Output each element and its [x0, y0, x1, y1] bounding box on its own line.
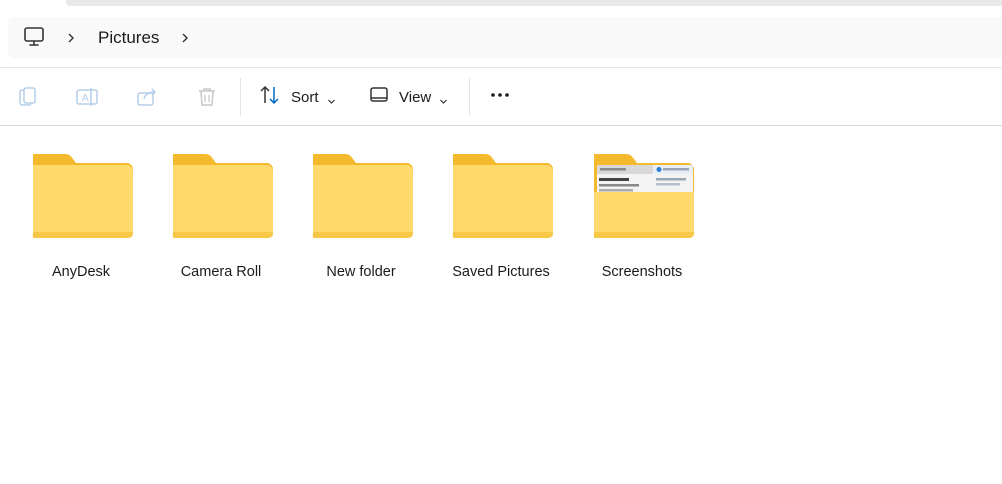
folder-icon	[27, 148, 135, 238]
folder-item[interactable]: Screenshots	[582, 148, 702, 280]
chevron-right-icon[interactable]	[65, 31, 77, 43]
folder-item[interactable]: AnyDesk	[21, 148, 141, 280]
sort-button[interactable]: Sort	[259, 84, 336, 110]
share-icon	[135, 85, 159, 109]
view-label: View	[399, 88, 432, 106]
folder-item[interactable]: Saved Pictures	[441, 148, 561, 280]
folder-name: AnyDesk	[51, 264, 111, 280]
sort-label: Sort	[291, 88, 319, 106]
toolbar-separator	[240, 78, 241, 116]
folder-with-preview-icon	[588, 148, 696, 238]
toolbar-separator	[469, 78, 470, 116]
folder-name: Saved Pictures	[452, 264, 550, 280]
folder-item[interactable]: Camera Roll	[161, 148, 281, 280]
folder-item[interactable]: New folder	[301, 148, 421, 280]
breadcrumb-pictures[interactable]: Pictures	[98, 28, 159, 48]
view-icon	[369, 85, 389, 110]
copy-icon	[16, 85, 40, 109]
sort-icon	[259, 84, 281, 111]
svg-text:A: A	[82, 93, 89, 104]
share-button[interactable]	[135, 84, 159, 110]
view-button[interactable]: View	[369, 84, 448, 110]
address-bar[interactable]: Pictures	[8, 17, 1002, 58]
title-strip	[0, 0, 1002, 16]
delete-button[interactable]	[195, 84, 219, 110]
title-scroll-line	[66, 0, 1002, 6]
chevron-down-icon	[327, 93, 336, 104]
more-icon	[488, 83, 512, 112]
file-grid: AnyDesk Camera Roll New folder Saved Pic…	[0, 126, 1002, 484]
copy-button[interactable]	[16, 84, 40, 110]
folder-icon	[307, 148, 415, 238]
folder-icon	[167, 148, 275, 238]
rename-icon: A	[75, 85, 99, 109]
delete-icon	[195, 85, 219, 109]
more-options-button[interactable]	[488, 84, 512, 110]
rename-button[interactable]: A	[75, 84, 99, 110]
folder-name: New folder	[326, 264, 396, 280]
chevron-right-icon[interactable]	[179, 31, 191, 43]
folder-name: Camera Roll	[180, 264, 262, 280]
folder-name: Screenshots	[601, 264, 683, 280]
command-bar: A Sort View	[0, 68, 1002, 125]
computer-icon[interactable]	[23, 26, 45, 48]
chevron-down-icon	[439, 93, 448, 104]
folder-icon	[447, 148, 555, 238]
